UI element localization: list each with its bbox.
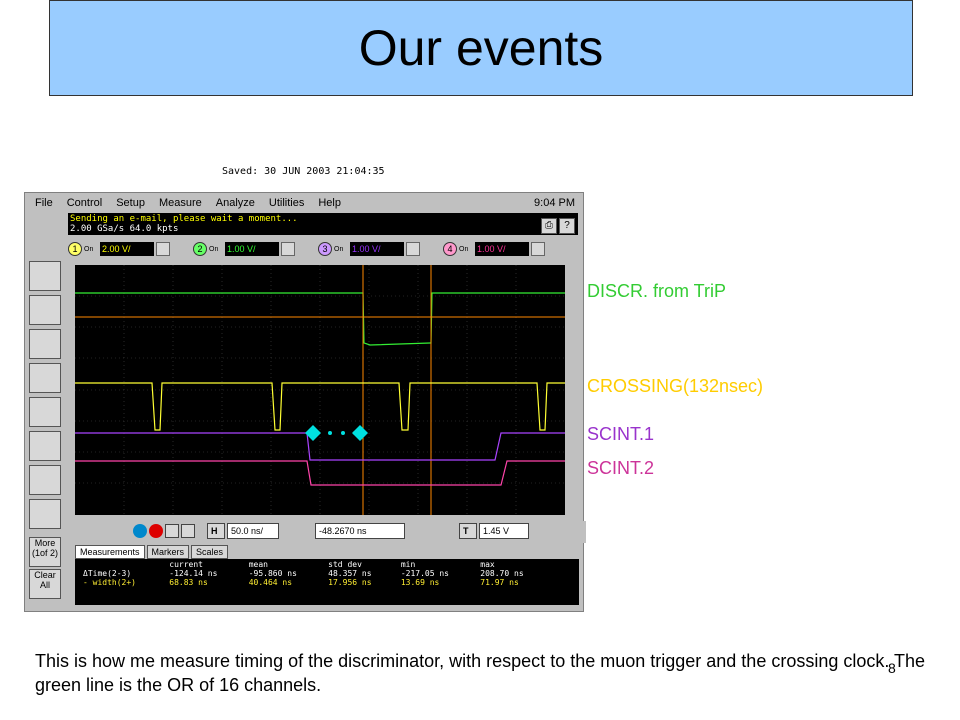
control-bar: H 50.0 ns/ -48.2670 ns T 1.45 V bbox=[71, 521, 586, 543]
clock: 9:04 PM bbox=[534, 197, 575, 209]
meas-cell: - width(2+) bbox=[83, 578, 136, 587]
channel-2-scale[interactable]: 1.00 V/ bbox=[225, 242, 279, 256]
channel-3-on[interactable]: On bbox=[334, 246, 348, 253]
oscilloscope-window: File Control Setup Measure Analyze Utili… bbox=[24, 192, 586, 612]
channel-3-stepper-icon[interactable] bbox=[406, 242, 420, 256]
meas-header bbox=[79, 560, 165, 569]
channel-3-scale[interactable]: 1.00 V/ bbox=[350, 242, 404, 256]
meas-cell: 68.83 ns bbox=[169, 578, 208, 587]
menu-analyze[interactable]: Analyze bbox=[216, 197, 255, 209]
channel-4-stepper-icon[interactable] bbox=[531, 242, 545, 256]
rising-edge-icon[interactable] bbox=[29, 261, 61, 291]
channel-1-on[interactable]: On bbox=[84, 246, 98, 253]
stop-icon[interactable] bbox=[149, 524, 163, 538]
tab-markers[interactable]: Markers bbox=[146, 545, 190, 559]
meas-cell: 208.70 ns bbox=[480, 569, 524, 578]
tab-measurements[interactable]: Measurements bbox=[75, 545, 145, 559]
rise-time-icon[interactable] bbox=[29, 363, 61, 393]
meas-header: std dev bbox=[328, 560, 362, 569]
trigger-level-field[interactable]: 1.45 V bbox=[479, 523, 529, 539]
acquisition-rate: 2.00 GSa/s 64.0 kpts bbox=[70, 224, 179, 234]
channel-2-number[interactable]: 2 bbox=[193, 242, 207, 256]
diamond-right bbox=[352, 425, 368, 441]
meas-cell: 71.97 ns bbox=[480, 578, 519, 587]
measurements-panel: current mean std dev min max ΔTime(2-3) … bbox=[75, 559, 579, 605]
channel-1-stepper-icon[interactable] bbox=[156, 242, 170, 256]
slide-number: 8 bbox=[888, 660, 896, 676]
tab-scales[interactable]: Scales bbox=[191, 545, 229, 559]
meas-cell: ΔTime(2-3) bbox=[83, 569, 132, 578]
meas-cell: 13.69 ns bbox=[400, 578, 440, 587]
trigger-label: T bbox=[459, 523, 477, 539]
meas-cell: -95.860 ns bbox=[248, 569, 297, 578]
waveform-display bbox=[75, 265, 565, 515]
channel-row: 1 On 2.00 V/ 2 On 1.00 V/ 3 On 1.00 V/ 4… bbox=[68, 237, 583, 261]
measurements-table: current mean std dev min max ΔTime(2-3) … bbox=[79, 560, 549, 587]
autoscale-icon[interactable] bbox=[181, 524, 195, 538]
channel-3-number[interactable]: 3 bbox=[318, 242, 332, 256]
channel-3[interactable]: 3 On 1.00 V/ bbox=[318, 240, 420, 258]
meas-header: min bbox=[400, 560, 416, 569]
caption: This is how me measure timing of the dis… bbox=[35, 651, 926, 695]
channel-4-on[interactable]: On bbox=[459, 246, 473, 253]
saved-timestamp: Saved: 30 JUN 2003 21:04:35 bbox=[222, 166, 385, 177]
status-message: Sending an e-mail, please wait a moment.… bbox=[70, 214, 298, 224]
table-row: - width(2+) 68.83 ns 40.464 ns 17.956 ns… bbox=[79, 578, 549, 587]
duty-cycle-icon[interactable] bbox=[29, 499, 61, 529]
meas-header: current bbox=[169, 560, 203, 569]
period-icon[interactable] bbox=[29, 431, 61, 461]
falling-edge-icon[interactable] bbox=[29, 295, 61, 325]
timebase-field[interactable]: 50.0 ns/ bbox=[227, 523, 279, 539]
channel-2-on[interactable]: On bbox=[209, 246, 223, 253]
menu-control[interactable]: Control bbox=[67, 197, 102, 209]
slide-title: Our events bbox=[358, 20, 604, 76]
menu-measure[interactable]: Measure bbox=[159, 197, 202, 209]
status-bar: Sending an e-mail, please wait a moment.… bbox=[68, 213, 578, 235]
annotation-discr: DISCR. from TriP bbox=[587, 281, 727, 301]
meas-cell: 40.464 ns bbox=[248, 578, 293, 587]
menu-file[interactable]: File bbox=[35, 197, 53, 209]
channel-1[interactable]: 1 On 2.00 V/ bbox=[68, 240, 170, 258]
delay-field[interactable]: -48.2670 ns bbox=[315, 523, 405, 539]
menu-utilities[interactable]: Utilities bbox=[269, 197, 304, 209]
delta-time-icon[interactable] bbox=[29, 397, 61, 427]
print-icon[interactable]: ⎙ bbox=[541, 218, 557, 234]
meas-cell: -217.05 ns bbox=[400, 569, 449, 578]
channel-1-number[interactable]: 1 bbox=[68, 242, 82, 256]
clear-all-button[interactable]: Clear All bbox=[29, 569, 61, 599]
single-icon[interactable] bbox=[165, 524, 179, 538]
measurement-tabs: Measurements Markers Scales bbox=[75, 545, 230, 559]
menu-help[interactable]: Help bbox=[318, 197, 341, 209]
frequency-icon[interactable] bbox=[29, 465, 61, 495]
channel-4-number[interactable]: 4 bbox=[443, 242, 457, 256]
table-row: ΔTime(2-3) -124.14 ns -95.860 ns 48.357 … bbox=[79, 569, 549, 578]
window-buttons: ⎙? bbox=[541, 215, 579, 234]
channel-2[interactable]: 2 On 1.00 V/ bbox=[193, 240, 295, 258]
annotation-scint2: SCINT.2 bbox=[587, 458, 655, 478]
horizontal-label: H bbox=[207, 523, 225, 539]
help-icon[interactable]: ? bbox=[559, 218, 575, 234]
more-button[interactable]: More (1of 2) bbox=[29, 537, 61, 567]
annotation-scint1: SCINT.1 bbox=[587, 424, 655, 444]
channel-1-scale[interactable]: 2.00 V/ bbox=[100, 242, 154, 256]
channel-4-scale[interactable]: 1.00 V/ bbox=[475, 242, 529, 256]
channel-2-stepper-icon[interactable] bbox=[281, 242, 295, 256]
dot-1 bbox=[328, 431, 332, 435]
grid bbox=[75, 265, 565, 515]
dot-2 bbox=[341, 431, 345, 435]
menu-setup[interactable]: Setup bbox=[116, 197, 145, 209]
annotation-crossing: CROSSING(132nsec) bbox=[587, 376, 764, 396]
meas-cell: -124.14 ns bbox=[169, 569, 218, 578]
run-icon[interactable] bbox=[133, 524, 147, 538]
meas-cell: 17.956 ns bbox=[328, 578, 372, 587]
diamond-markers bbox=[305, 425, 368, 441]
meas-cell: 48.357 ns bbox=[328, 569, 372, 578]
meas-header: mean bbox=[248, 560, 268, 569]
meas-header: max bbox=[480, 560, 495, 569]
menu-bar: File Control Setup Measure Analyze Utili… bbox=[25, 193, 583, 213]
title-box: Our events bbox=[49, 0, 913, 96]
pulse-width-icon[interactable] bbox=[29, 329, 61, 359]
channel-4[interactable]: 4 On 1.00 V/ bbox=[443, 240, 545, 258]
